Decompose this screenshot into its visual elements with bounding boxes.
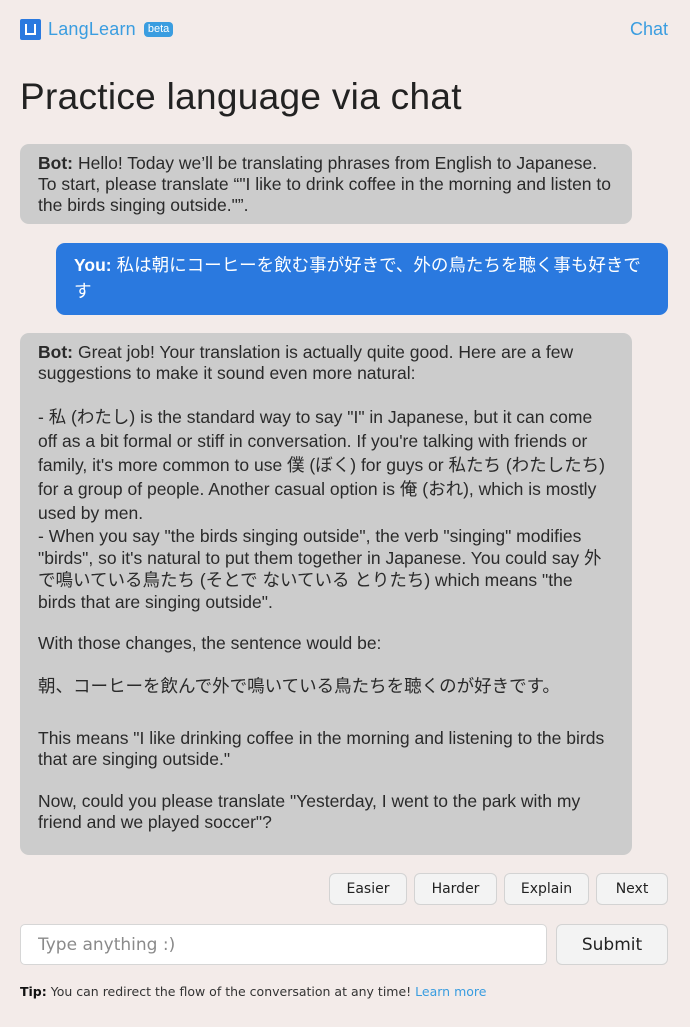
submit-button[interactable]: Submit xyxy=(556,924,668,965)
message-next: Now, could you please translate "Yesterd… xyxy=(38,791,581,832)
message-text: 私は朝にコーヒーを飲む事が好きで、外の鳥たちを聴く事も好きです xyxy=(74,255,641,301)
learn-more-link[interactable]: Learn more xyxy=(415,984,486,999)
tip-text: Tip: You can redirect the flow of the co… xyxy=(20,984,486,999)
user-message: You: 私は朝にコーヒーを飲む事が好きで、外の鳥たちを聴く事も好きです xyxy=(56,243,668,315)
beta-badge: beta xyxy=(143,22,174,37)
easier-button[interactable]: Easier xyxy=(329,873,407,905)
tip-message: You can redirect the flow of the convers… xyxy=(50,984,412,999)
message-lead: With those changes, the sentence would b… xyxy=(38,633,382,653)
header: LangLearn beta Chat xyxy=(20,17,668,43)
tip-label: Tip: xyxy=(20,984,47,999)
message-text: Hello! Today we’ll be translating phrase… xyxy=(38,153,611,215)
layout-square-icon xyxy=(20,19,41,40)
bot-message: Bot: Great job! Your translation is actua… xyxy=(20,333,632,855)
bot-message: Bot: Hello! Today we’ll be translating ph… xyxy=(20,144,632,224)
message-sentence: 朝、コーヒーを飲んで外で鳴いている鳥たちを聴くのが好きです。 xyxy=(38,676,560,696)
harder-button[interactable]: Harder xyxy=(414,873,497,905)
brand-logo[interactable]: LangLearn beta xyxy=(20,19,174,40)
message-meaning: This means "I like drinking coffee in th… xyxy=(38,728,605,769)
sender-label: Bot: xyxy=(38,342,73,362)
message-intro: Great job! Your translation is actually … xyxy=(38,342,574,383)
nav-chat-link[interactable]: Chat xyxy=(630,19,668,40)
action-buttons: Easier Harder Explain Next xyxy=(329,873,668,905)
next-button[interactable]: Next xyxy=(596,873,668,905)
message-point-2: - When you say "the birds singing outsid… xyxy=(38,526,602,612)
message-point-1: - 私 (わたし) is the standard way to say "I"… xyxy=(38,407,605,523)
message-input[interactable] xyxy=(20,924,547,965)
brand-name: LangLearn xyxy=(48,19,136,39)
page-title: Practice language via chat xyxy=(20,76,462,117)
sender-label: You: xyxy=(74,255,112,275)
explain-button[interactable]: Explain xyxy=(504,873,589,905)
sender-label: Bot: xyxy=(38,153,73,173)
